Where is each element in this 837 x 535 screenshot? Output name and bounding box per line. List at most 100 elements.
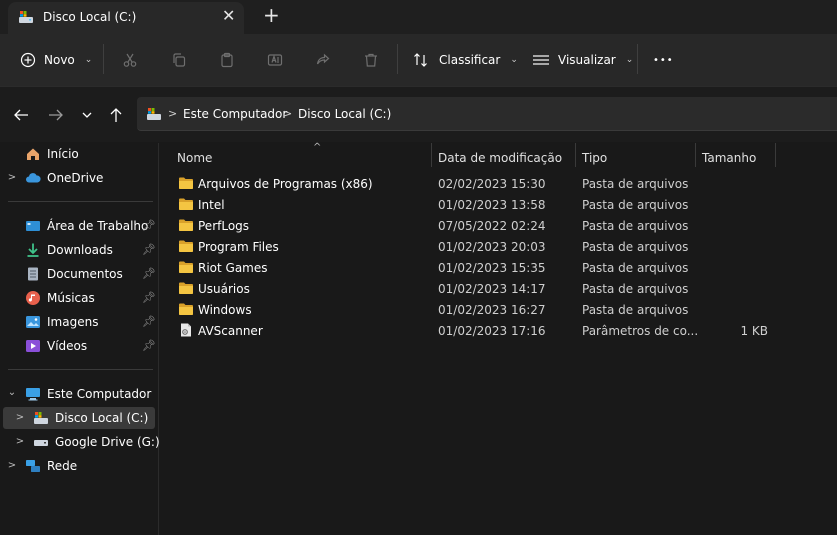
view-button[interactable]: Visualizar ⌄ [532, 50, 633, 70]
paste-button[interactable] [216, 49, 238, 71]
delete-button[interactable] [360, 49, 382, 71]
sidebar-item-onedrive[interactable]: > OneDrive [3, 167, 155, 189]
forward-button[interactable] [46, 106, 66, 124]
file-row[interactable]: Riot Games 01/02/2023 15:35 Pasta de arqui… [170, 257, 830, 278]
address-bar[interactable]: > Este Computador > Disco Local (C:) [137, 97, 837, 131]
pin-icon[interactable]: 📌︎ [142, 315, 156, 328]
file-row[interactable]: PerfLogs 07/05/2022 02:24 Pasta de arquivo… [170, 215, 830, 236]
sidebar-item-label: Documentos [47, 267, 123, 281]
file-row[interactable]: Program Files 01/02/2023 20:03 Pasta de ar… [170, 236, 830, 257]
music-icon [25, 290, 41, 306]
back-button[interactable] [11, 106, 31, 124]
rename-button[interactable] [264, 49, 286, 71]
sidebar-item-downloads[interactable]: Downloads 📌︎ [3, 239, 156, 261]
share-icon [316, 53, 330, 65]
sort-ascending-icon: ^ [313, 142, 322, 153]
sidebar-divider [8, 201, 153, 202]
file-row[interactable]: Intel 01/02/2023 13:58 Pasta de arquivos [170, 194, 830, 215]
file-size: 1 KB [740, 324, 768, 338]
copy-button[interactable] [168, 49, 190, 71]
cut-button[interactable] [119, 49, 141, 71]
file-name: Arquivos de Programas (x86) [198, 177, 373, 191]
copy-icon [173, 53, 186, 67]
column-header-label: Tamanho [702, 151, 757, 165]
column-header-name[interactable]: ^ Nome [177, 142, 321, 170]
navigation-pane: Início > OneDrive Área de Trabalho 📌︎ Do… [0, 143, 160, 535]
sidebar-item-disco-local[interactable]: > Disco Local (C:) [3, 407, 155, 429]
sidebar-item-inicio[interactable]: Início [3, 143, 155, 165]
chevron-right-icon[interactable]: > [7, 460, 17, 471]
pin-icon[interactable]: 📌︎ [142, 291, 156, 304]
file-date-modified: 01/02/2023 13:58 [438, 198, 546, 212]
column-resize-handle[interactable] [431, 143, 432, 167]
file-type: Pasta de arquivos [582, 198, 689, 212]
more-options-button[interactable]: ••• [653, 50, 674, 70]
title-bar: Disco Local (C:) ✕ + [0, 0, 837, 34]
rename-icon [267, 54, 283, 66]
file-type: Pasta de arquivos [582, 219, 689, 233]
sort-button[interactable]: Classificar ⌄ [413, 50, 518, 70]
file-type: Pasta de arquivos [582, 261, 689, 275]
navigation-row: > Este Computador > Disco Local (C:) [0, 86, 837, 142]
file-name: Usuários [198, 282, 250, 296]
sidebar-item-label: Vídeos [47, 339, 88, 353]
computer-icon [25, 386, 41, 402]
new-tab-button[interactable]: + [263, 3, 280, 27]
toolbar-divider [103, 44, 104, 74]
sidebar-item-label: Início [47, 147, 79, 161]
file-type: Pasta de arquivos [582, 240, 689, 254]
chevron-down-icon[interactable]: ⌄ [7, 387, 17, 398]
sidebar-item-musicas[interactable]: Músicas 📌︎ [3, 287, 156, 309]
sidebar-item-este-computador[interactable]: ⌄ Este Computador [3, 383, 155, 405]
breadcrumb-este-computador[interactable]: Este Computador [183, 107, 287, 121]
view-list-icon [533, 55, 549, 65]
chevron-right-icon[interactable]: > [15, 436, 25, 447]
column-resize-handle[interactable] [775, 143, 776, 167]
file-row[interactable]: Arquivos de Programas (x86) 02/02/2023 15… [170, 173, 830, 194]
column-header-label: Data de modificação [438, 151, 563, 165]
chevron-right-icon[interactable]: > [15, 412, 25, 423]
sidebar-item-label: Disco Local (C:) [55, 411, 149, 425]
close-tab-icon[interactable]: ✕ [222, 7, 235, 25]
sidebar-item-videos[interactable]: Vídeos 📌︎ [3, 335, 156, 357]
file-date-modified: 02/02/2023 15:30 [438, 177, 546, 191]
file-type: Pasta de arquivos [582, 177, 689, 191]
new-button[interactable]: Novo ⌄ [20, 50, 92, 70]
file-row[interactable]: AVScanner 01/02/2023 17:16 Parâmetros de c… [170, 320, 830, 341]
chevron-right-icon[interactable]: > [7, 172, 17, 183]
sidebar-item-google-drive[interactable]: > Google Drive (G:) [3, 431, 160, 453]
column-header-type[interactable]: Tipo [582, 146, 607, 170]
file-row[interactable]: Usuários 01/02/2023 14:17 Pasta de arquivo… [170, 278, 830, 299]
sidebar-item-documentos[interactable]: Documentos 📌︎ [3, 263, 156, 285]
pin-icon[interactable]: 📌︎ [142, 243, 156, 256]
pin-icon[interactable]: 📌︎ [142, 339, 156, 352]
file-date-modified: 01/02/2023 17:16 [438, 324, 546, 338]
sidebar-item-rede[interactable]: > Rede [3, 455, 155, 477]
breadcrumb-separator-icon[interactable]: > [283, 107, 292, 120]
column-resize-handle[interactable] [695, 143, 696, 167]
share-button[interactable] [312, 49, 334, 71]
document-icon [25, 266, 41, 282]
column-header-size[interactable]: Tamanho [702, 146, 756, 170]
column-header-label: Nome [177, 151, 213, 165]
pin-icon[interactable]: 📌︎ [142, 219, 156, 232]
file-row[interactable]: Windows 01/02/2023 16:27 Pasta de arquivos [170, 299, 830, 320]
sidebar-item-imagens[interactable]: Imagens 📌︎ [3, 311, 156, 333]
breadcrumb-separator-icon[interactable]: > [168, 107, 177, 120]
recent-locations-button[interactable] [77, 106, 97, 124]
sidebar-item-label: Imagens [47, 315, 99, 329]
file-name: Riot Games [198, 261, 268, 275]
network-icon [25, 458, 41, 474]
sidebar-item-area-de-trabalho[interactable]: Área de Trabalho 📌︎ [3, 215, 156, 237]
column-header-date[interactable]: Data de modificação [438, 146, 562, 170]
sidebar-item-label: Área de Trabalho [47, 219, 149, 233]
pin-icon[interactable]: 📌︎ [142, 267, 156, 280]
up-button[interactable] [106, 106, 126, 124]
column-resize-handle[interactable] [575, 143, 576, 167]
file-type: Parâmetros de co... [582, 324, 699, 338]
breadcrumb-disco-local[interactable]: Disco Local (C:) [298, 107, 391, 121]
desktop-icon [25, 218, 41, 234]
home-icon [25, 146, 41, 162]
tab-disco-local[interactable]: Disco Local (C:) ✕ [8, 2, 244, 34]
column-header-label: Tipo [582, 151, 608, 165]
